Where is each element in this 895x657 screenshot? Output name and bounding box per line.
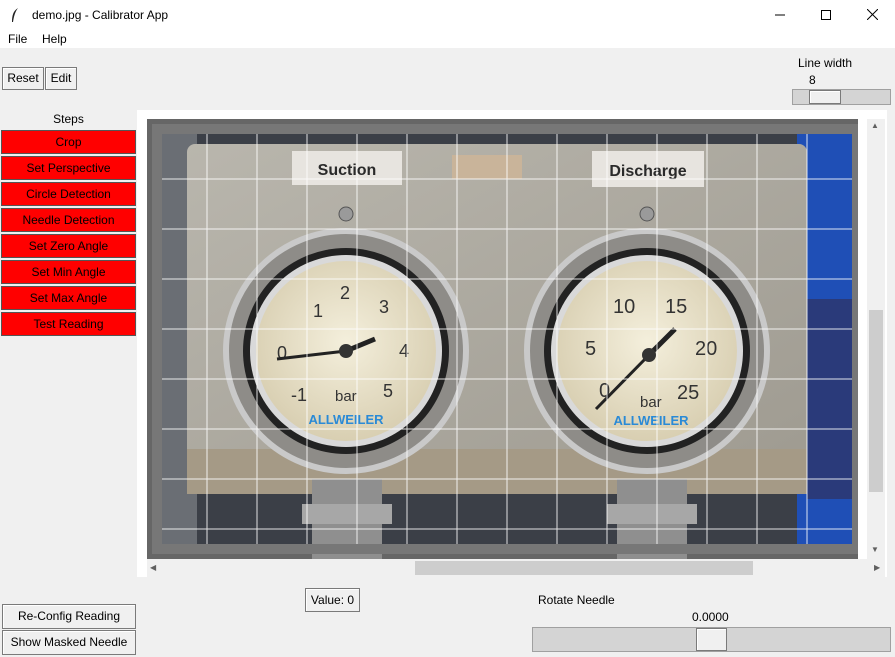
- right-unit: bar: [640, 394, 662, 411]
- line-width-slider[interactable]: [792, 89, 891, 105]
- left-gauge-title: Suction: [318, 162, 377, 179]
- left-tick-m1: -1: [291, 385, 307, 405]
- gauge-photo[interactable]: Suction Discharge 1 0 -1 2 3 4 5 bar ALL…: [147, 119, 862, 559]
- rotate-needle-label: Rotate Needle: [538, 593, 615, 607]
- minimize-button[interactable]: [757, 0, 803, 30]
- right-tick-20: 20: [695, 338, 717, 360]
- steps-title: Steps: [53, 112, 84, 126]
- maximize-button[interactable]: [803, 0, 849, 30]
- scroll-right-icon[interactable]: ▶: [874, 563, 880, 572]
- menu-bar: File Help: [0, 30, 895, 48]
- scroll-down-icon[interactable]: ▼: [871, 545, 879, 554]
- right-tick-5: 5: [585, 338, 596, 360]
- maximize-icon: [821, 10, 831, 20]
- left-tick-2: 2: [340, 283, 350, 303]
- feather-icon: [10, 7, 20, 23]
- close-icon: [866, 8, 878, 21]
- right-tick-15: 15: [665, 296, 687, 318]
- gauge-photo-svg: Suction Discharge 1 0 -1 2 3 4 5 bar ALL…: [152, 124, 862, 559]
- reset-button[interactable]: Reset: [2, 67, 44, 90]
- show-masked-needle-button[interactable]: Show Masked Needle: [2, 630, 136, 655]
- vertical-scroll-thumb[interactable]: [869, 310, 883, 492]
- step-set-perspective[interactable]: Set Perspective: [1, 156, 136, 180]
- horizontal-scrollbar[interactable]: ◀ ▶: [147, 559, 885, 577]
- step-circle-detection[interactable]: Circle Detection: [1, 182, 136, 206]
- right-tick-25: 25: [677, 382, 699, 404]
- line-width-slider-thumb[interactable]: [809, 90, 841, 104]
- close-button[interactable]: [849, 0, 895, 30]
- rotate-needle-slider-thumb[interactable]: [696, 628, 727, 651]
- edit-button[interactable]: Edit: [45, 67, 77, 90]
- rotate-needle-value: 0.0000: [692, 610, 729, 624]
- right-tick-10: 10: [613, 296, 635, 318]
- line-width-label: Line width: [798, 56, 853, 70]
- right-brand: ALLWEILER: [613, 413, 689, 428]
- step-crop[interactable]: Crop: [1, 130, 136, 154]
- left-tick-5: 5: [383, 381, 393, 401]
- rotate-needle-slider[interactable]: [532, 627, 891, 652]
- reconfig-reading-button[interactable]: Re-Config Reading: [2, 604, 136, 629]
- scroll-up-icon[interactable]: ▲: [871, 121, 879, 130]
- step-set-min-angle[interactable]: Set Min Angle: [1, 260, 136, 284]
- step-test-reading[interactable]: Test Reading: [1, 312, 136, 336]
- left-tick-3: 3: [379, 297, 389, 317]
- vertical-scrollbar[interactable]: ▲ ▼: [867, 119, 885, 559]
- left-unit: bar: [335, 388, 357, 405]
- window-title: demo.jpg - Calibrator App: [32, 8, 169, 22]
- right-gauge-title: Discharge: [609, 163, 686, 180]
- left-brand: ALLWEILER: [308, 412, 384, 427]
- value-button[interactable]: Value: 0: [305, 588, 360, 612]
- step-set-max-angle[interactable]: Set Max Angle: [1, 286, 136, 310]
- step-needle-detection[interactable]: Needle Detection: [1, 208, 136, 232]
- scroll-left-icon[interactable]: ◀: [150, 563, 156, 572]
- line-width-value: 8: [809, 73, 816, 87]
- step-set-zero-angle[interactable]: Set Zero Angle: [1, 234, 136, 258]
- left-tick-1: 1: [313, 301, 323, 321]
- horizontal-scroll-thumb[interactable]: [415, 561, 753, 575]
- left-tick-4: 4: [399, 341, 409, 361]
- minimize-icon: [775, 14, 785, 16]
- menu-file[interactable]: File: [8, 32, 27, 46]
- title-bar: demo.jpg - Calibrator App: [0, 0, 895, 30]
- menu-help[interactable]: Help: [42, 32, 67, 46]
